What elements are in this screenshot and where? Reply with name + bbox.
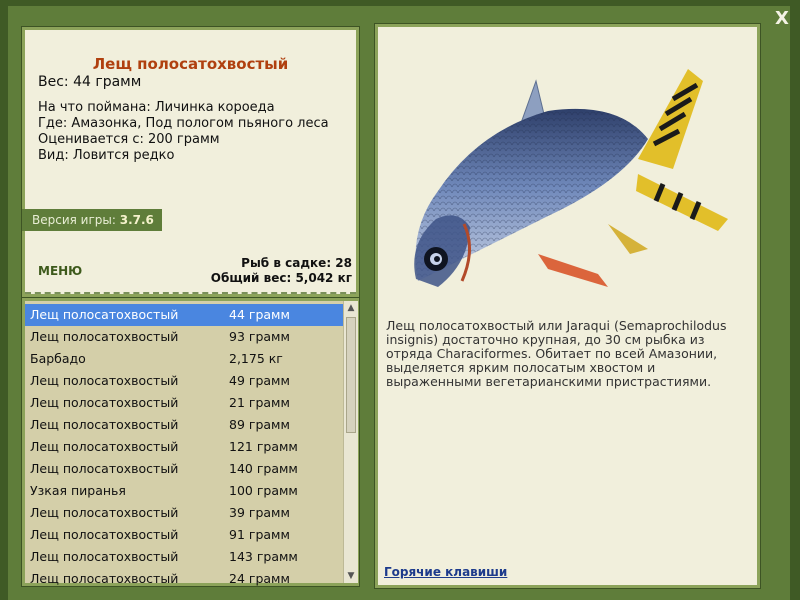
close-button[interactable]: X xyxy=(772,8,792,30)
close-icon[interactable]: X xyxy=(775,8,789,29)
scroll-thumb[interactable] xyxy=(346,317,356,433)
catch-list-item[interactable]: Лещ полосатохвостый 93 грамм xyxy=(25,326,343,348)
hotkeys-link[interactable]: Горячие клавиши xyxy=(384,565,507,579)
catch-fish-name: Лещ полосатохвостый xyxy=(30,417,179,432)
catch-list-item[interactable]: Лещ полосатохвостый 49 грамм xyxy=(25,370,343,392)
catch-list-item[interactable]: Лещ полосатохвостый 21 грамм xyxy=(25,392,343,414)
fish-picture-panel: Лещ полосатохвостый или Jaraqui (Semapro… xyxy=(374,23,761,589)
catch-fish-weight: 49 грамм xyxy=(229,373,290,388)
catch-fish-weight: 24 грамм xyxy=(229,571,290,586)
catch-fish-weight: 100 грамм xyxy=(229,483,298,498)
cage-total-weight: Общий вес: 5,042 кг xyxy=(210,271,352,285)
catch-fish-name: Лещ полосатохвостый xyxy=(30,505,179,520)
catch-list-item[interactable]: Барбадо 2,175 кг xyxy=(25,348,343,370)
background-stripe xyxy=(0,0,800,6)
version-bar: Версия игры: 3.7.6 xyxy=(22,209,162,231)
catch-fish-weight: 2,175 кг xyxy=(229,351,283,366)
catch-list-item[interactable]: Лещ полосатохвостый 24 грамм xyxy=(25,568,343,590)
catch-list: Лещ полосатохвостый 44 грамм Лещ полосатох… xyxy=(25,304,343,590)
catch-fish-name: Лещ полосатохвостый xyxy=(30,307,179,322)
catch-fish-name: Узкая пиранья xyxy=(30,483,126,498)
catch-fish-weight: 121 грамм xyxy=(229,439,298,454)
catch-fish-weight: 93 грамм xyxy=(229,329,290,344)
catch-list-item[interactable]: Лещ полосатохвостый 143 грамм xyxy=(25,546,343,568)
catch-list-item[interactable]: Лещ полосатохвостый 39 грамм xyxy=(25,502,343,524)
valued-from-text: Оценивается с: 200 грамм xyxy=(38,132,220,147)
catch-fish-weight: 89 грамм xyxy=(229,417,290,432)
catch-list-item[interactable]: Лещ полосатохвостый 44 грамм xyxy=(25,304,343,326)
catch-fish-weight: 91 грамм xyxy=(229,527,290,542)
fish-image xyxy=(414,69,728,287)
catch-fish-name: Лещ полосатохвостый xyxy=(30,395,179,410)
catch-list-panel: Лещ полосатохвостый 44 грамм Лещ полосатох… xyxy=(21,297,360,587)
catch-fish-weight: 44 грамм xyxy=(229,307,290,322)
catch-fish-name: Лещ полосатохвостый xyxy=(30,329,179,344)
catch-fish-weight: 21 грамм xyxy=(229,395,290,410)
background-stripe xyxy=(0,0,8,600)
list-scrollbar[interactable]: ▲ ▼ xyxy=(343,301,358,583)
menu-button[interactable]: МЕНЮ xyxy=(38,264,82,278)
cage-stats: Рыб в садке: 28 Общий вес: 5,042 кг xyxy=(211,256,352,286)
scroll-down-icon[interactable]: ▼ xyxy=(344,569,358,583)
catch-fish-weight: 39 грамм xyxy=(229,505,290,520)
scroll-up-icon[interactable]: ▲ xyxy=(344,301,358,315)
catch-list-item[interactable]: Лещ полосатохвостый 91 грамм xyxy=(25,524,343,546)
catch-list-item[interactable]: Лещ полосатохвостый 121 грамм xyxy=(25,436,343,458)
background-stripe xyxy=(790,0,800,600)
fish-info-panel: Лещ полосатохвостый Вес: 44 грамм На что… xyxy=(21,26,360,298)
cage-count: Рыб в садке: 28 xyxy=(241,256,352,270)
catch-fish-name: Лещ полосатохвостый xyxy=(30,439,179,454)
catch-fish-name: Лещ полосатохвостый xyxy=(30,571,179,586)
fish-details: На что поймана: Личинка короеда Где: Ама… xyxy=(38,100,329,164)
kind-text: Вид: Ловится редко xyxy=(38,148,175,163)
catch-list-item[interactable]: Лещ полосатохвостый 89 грамм xyxy=(25,414,343,436)
fish-weight: Вес: 44 грамм xyxy=(38,74,142,90)
catch-fish-name: Лещ полосатохвостый xyxy=(30,549,179,564)
fish-description: Лещ полосатохвостый или Jaraqui (Semapro… xyxy=(386,318,727,389)
divider xyxy=(25,292,356,294)
catch-fish-weight: 143 грамм xyxy=(229,549,298,564)
catch-fish-name: Лещ полосатохвостый xyxy=(30,527,179,542)
caught-on-text: На что поймана: Личинка короеда xyxy=(38,100,275,115)
catch-fish-name: Лещ полосатохвостый xyxy=(30,373,179,388)
location-text: Где: Амазонка, Под пологом пьяного леса xyxy=(38,116,329,131)
catch-list-item[interactable]: Узкая пиранья 100 грамм xyxy=(25,480,343,502)
version-label: Версия игры: xyxy=(32,213,116,227)
catch-fish-weight: 140 грамм xyxy=(229,461,298,476)
catch-fish-name: Барбадо xyxy=(30,351,86,366)
version-value: 3.7.6 xyxy=(119,213,154,227)
catch-list-item[interactable]: Лещ полосатохвостый 140 грамм xyxy=(25,458,343,480)
fish-title: Лещ полосатохвостый xyxy=(92,55,289,73)
catch-fish-name: Лещ полосатохвостый xyxy=(30,461,179,476)
